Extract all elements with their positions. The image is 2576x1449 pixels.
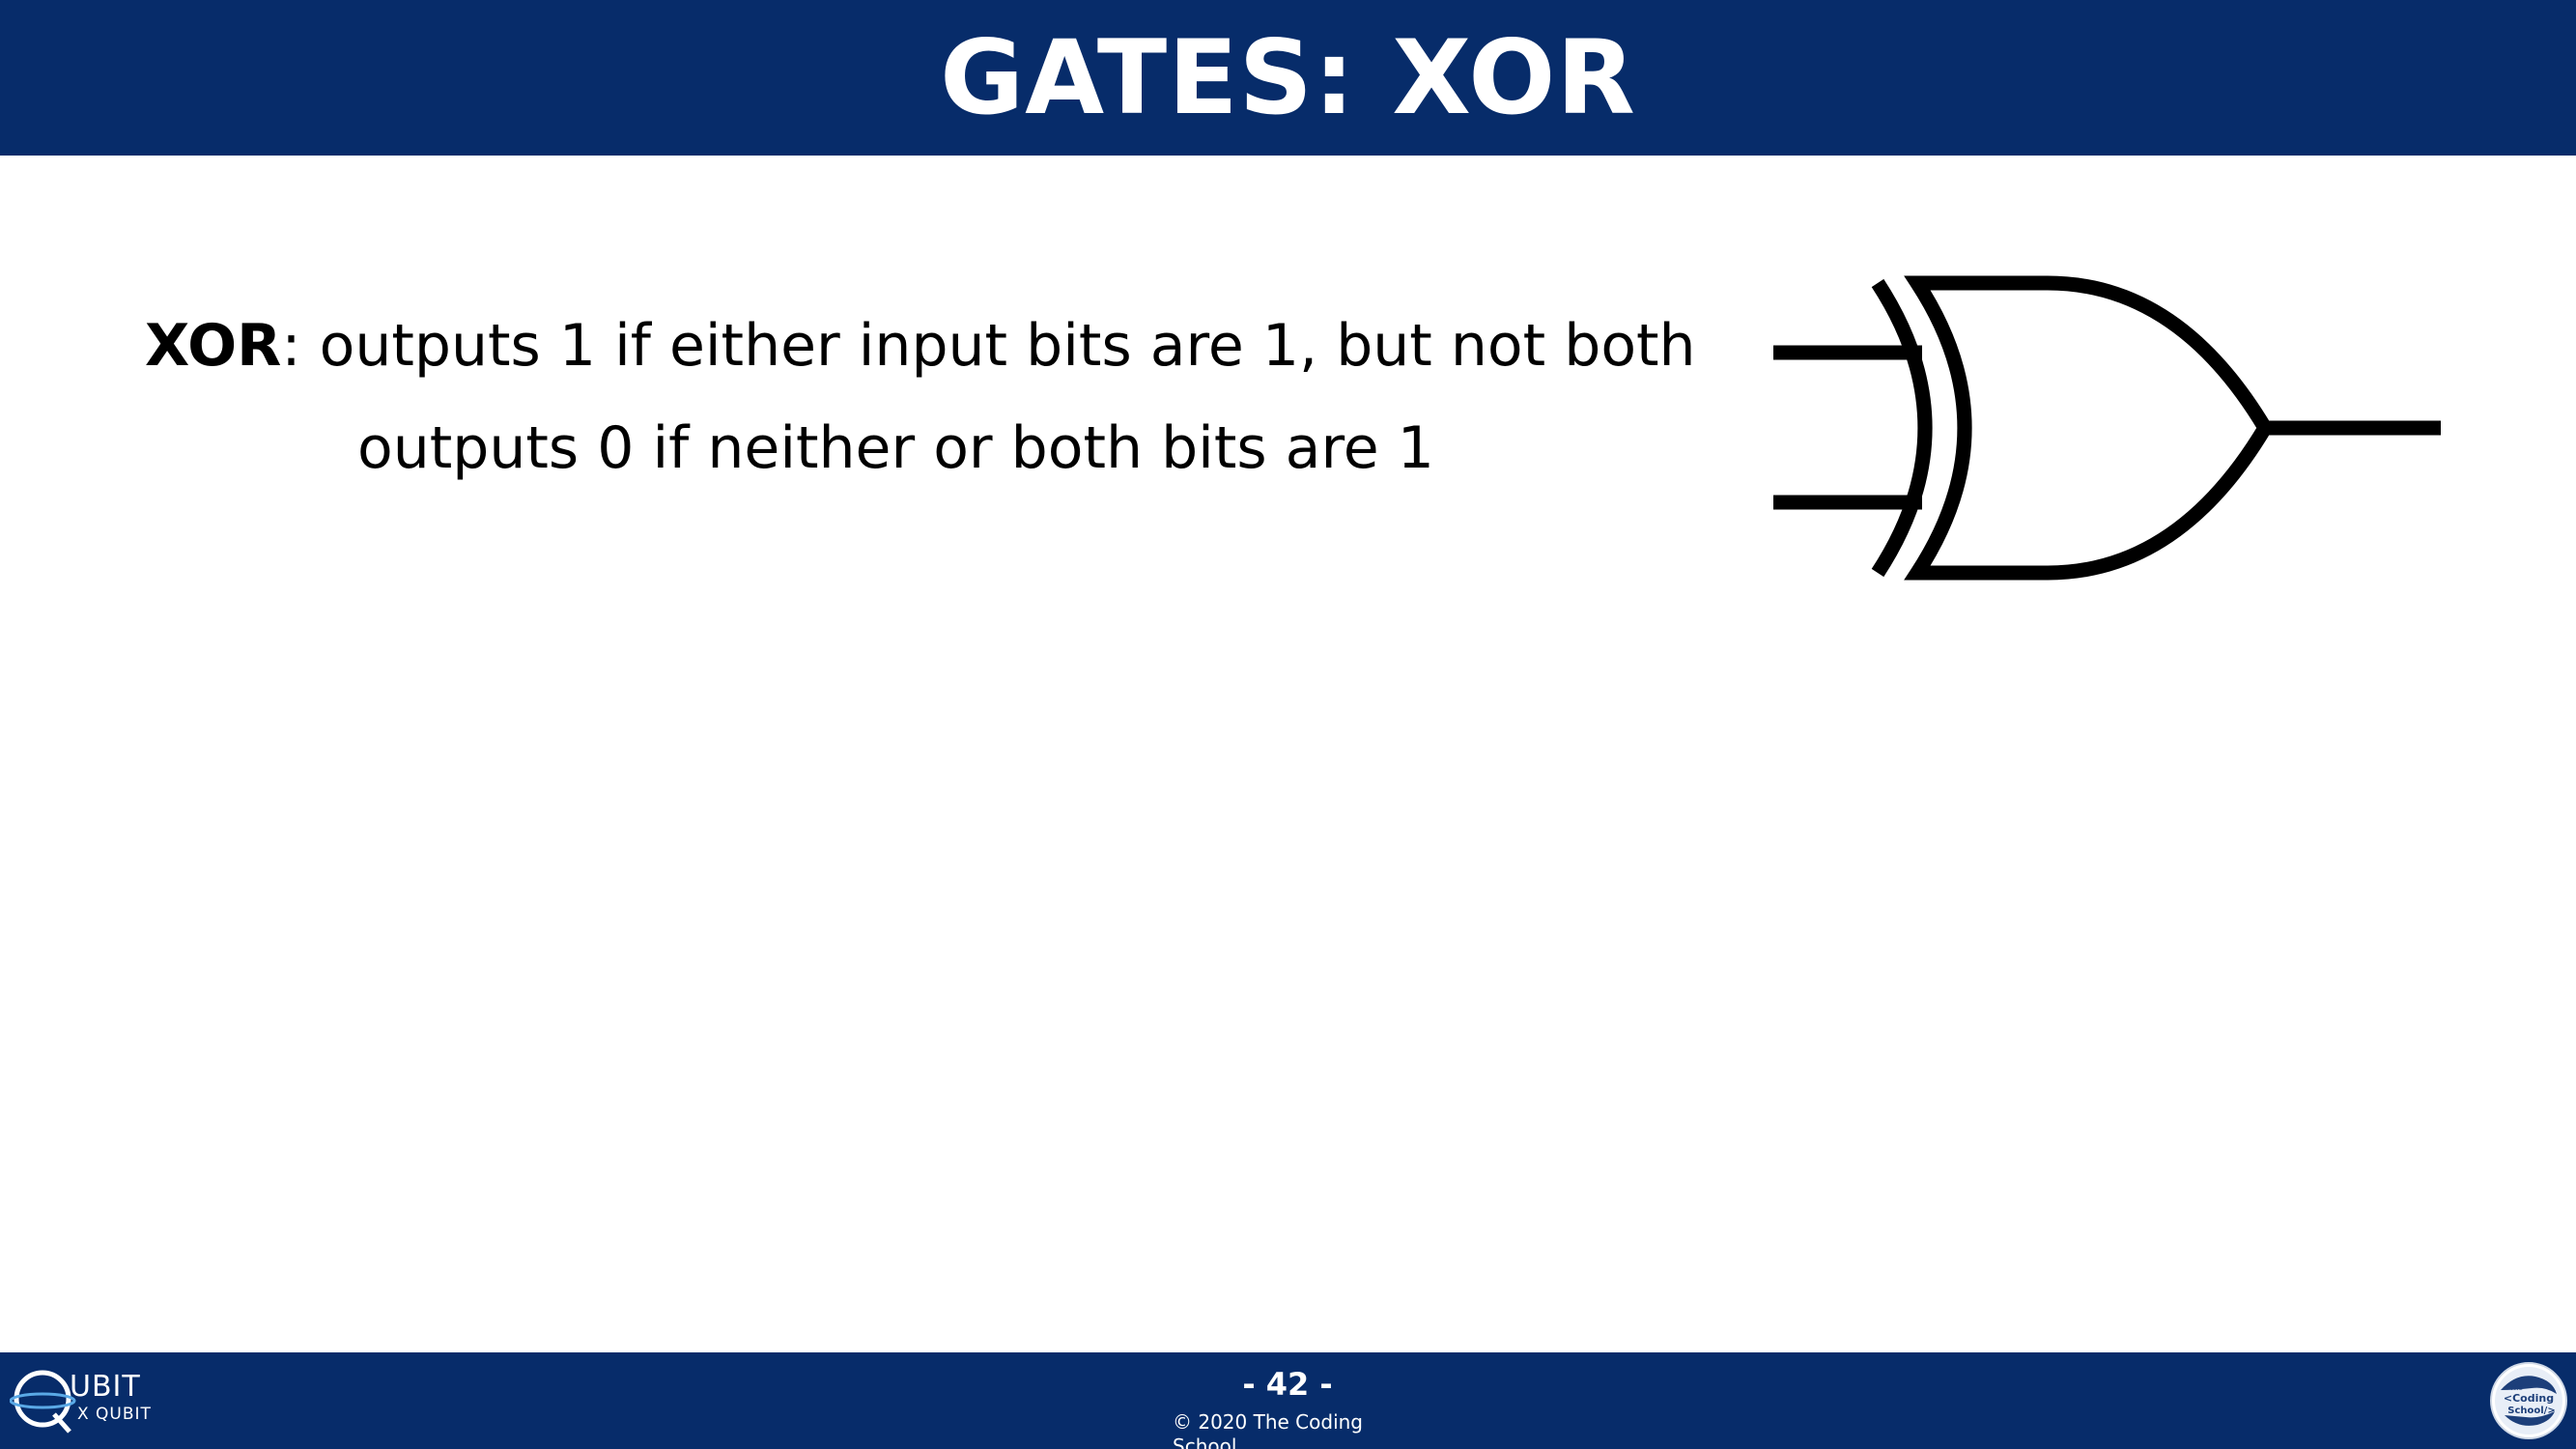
coding-school-logo-text-middle: <Coding: [2504, 1392, 2554, 1405]
xor-definition-line-2: outputs 0 if neither or both bits are 1: [357, 414, 1434, 482]
xor-definition-rest: : outputs 1 if either input bits are 1, …: [281, 312, 1696, 380]
xor-gate-back-curve: [1871, 278, 1933, 578]
page-number: - 42 -: [1242, 1366, 1333, 1403]
coding-school-logo-text-bottom: School/>: [2507, 1406, 2555, 1416]
coding-school-logo-text-top: The: [2510, 1384, 2523, 1392]
slide: GATES: XOR XOR: outputs 1 if either inpu…: [0, 0, 2576, 1449]
copyright-text: © 2020 The Coding School: [1173, 1410, 1363, 1449]
slide-title: GATES: XOR: [940, 18, 1636, 137]
xor-term: XOR: [145, 312, 282, 380]
qubit-q-icon: [10, 1370, 76, 1434]
xor-definition-line-1: XOR: outputs 1 if either input bits are …: [145, 307, 1696, 384]
coding-school-logo: The <Coding School/>: [2490, 1362, 2567, 1439]
logo-xqubit-text: X QUBIT: [77, 1405, 152, 1424]
logo-ubit-text: UBIT: [70, 1370, 141, 1404]
qubit-by-qubit-logo: UBIT X QUBIT: [10, 1366, 155, 1434]
xor-gate-icon: [1773, 275, 2441, 581]
xor-gate-body: [1904, 275, 2274, 581]
